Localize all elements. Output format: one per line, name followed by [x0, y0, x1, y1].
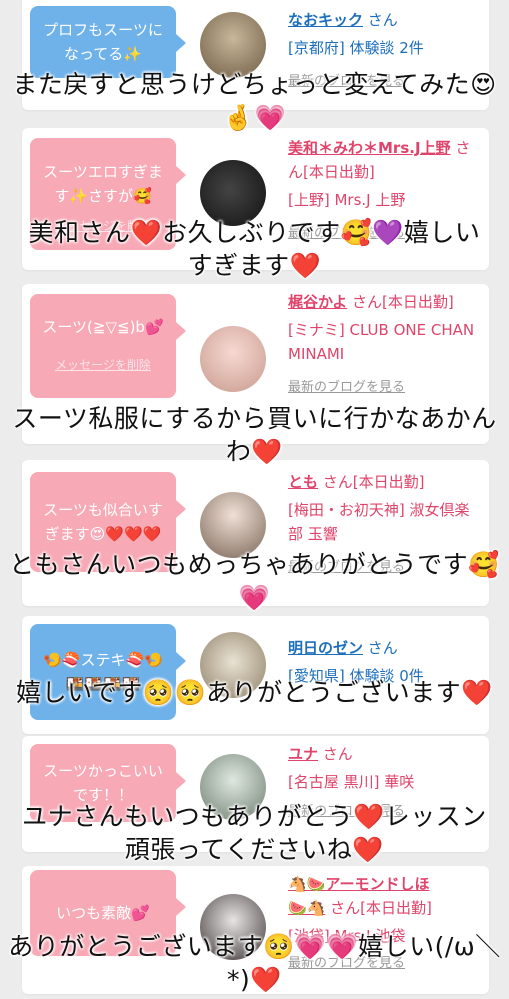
message-text: スーツ(≧▽≦)b💕: [42, 318, 164, 336]
sender-name-link[interactable]: 明日のゼン: [288, 639, 363, 657]
message-text: プロフもスーツに なってる✨: [43, 21, 163, 63]
sender-name-link[interactable]: ユナ: [288, 745, 318, 763]
caption-overlay: ありがとうございます🥺💗💗嬉しい(/ω＼*)❤️: [8, 932, 501, 994]
latest-blog-link[interactable]: 最新のブログを見る: [288, 376, 484, 400]
honorific: さん: [367, 639, 398, 657]
honorific: さん: [367, 11, 398, 29]
caption-overlay: ともさんいつもめっちゃありがとうです🥰💗: [9, 550, 500, 612]
delete-message-link[interactable]: メッセージを削除: [55, 353, 151, 377]
sender-meta: [ミナミ] CLUB ONE CHAN MINAMI: [288, 321, 475, 363]
caption-overlay: 美和さん❤️お久しぶりです🥰💜嬉しいすぎます❤️: [28, 218, 481, 280]
message-text: スーツも似合いす ぎます😍❤️❤️❤️: [43, 501, 163, 543]
honorific: さん[本日出勤]: [322, 473, 425, 491]
sender-meta: [名古屋 黒川] 華咲: [288, 773, 415, 791]
honorific: さん: [322, 745, 353, 763]
sender-name-link-cont[interactable]: 🍉🐴: [288, 899, 325, 917]
caption-overlay: また戻すと思うけどちょっと変えてみた😍🤞💗: [12, 70, 497, 132]
message-text: スーツエロすぎま す✨さすが🥰: [43, 163, 163, 205]
message-card: 🍤🍣ステキ🍣🍤 🍱🍱🍱🍱 明日のゼン さん [愛知県] 体験談 0件: [22, 616, 489, 734]
sender-meta: [梅田・お初天神] 淑女倶楽部 玉響: [288, 501, 470, 543]
sender-name-link[interactable]: 🐴🍉アーモンドしほ: [288, 875, 429, 893]
caption-overlay: ユナさんもいつもありがとう❤️レッスン頑張ってくださいね❤️: [22, 802, 487, 864]
sender-name-link[interactable]: 梶谷かよ: [288, 293, 347, 311]
sender-meta: [京都府] 体験談 2件: [288, 39, 424, 57]
message-text: いつも素敵💕: [56, 904, 150, 922]
honorific: さん[本日出勤]: [330, 899, 432, 917]
sender-name-link[interactable]: とも: [288, 473, 318, 491]
message-bubble: スーツ(≧▽≦)b💕 メッセージを削除: [30, 294, 186, 398]
honorific: さん[本日出勤]: [352, 293, 454, 311]
sender-name-link[interactable]: 美和＊みわ＊Mrs.J上野: [288, 139, 451, 157]
sender-info: 梶谷かよ さん[本日出勤] [ミナミ] CLUB ONE CHAN MINAMI…: [288, 290, 484, 400]
caption-overlay: スーツ私服にするから買いに行かなあかんわ❤️: [12, 404, 497, 466]
sender-name-link[interactable]: なおキック: [288, 11, 363, 29]
avatar[interactable]: [200, 326, 266, 392]
caption-overlay: 嬉しいです🥺🥺ありがとうございます❤️: [16, 678, 493, 707]
sender-meta: [上野] Mrs.J 上野: [288, 191, 406, 209]
